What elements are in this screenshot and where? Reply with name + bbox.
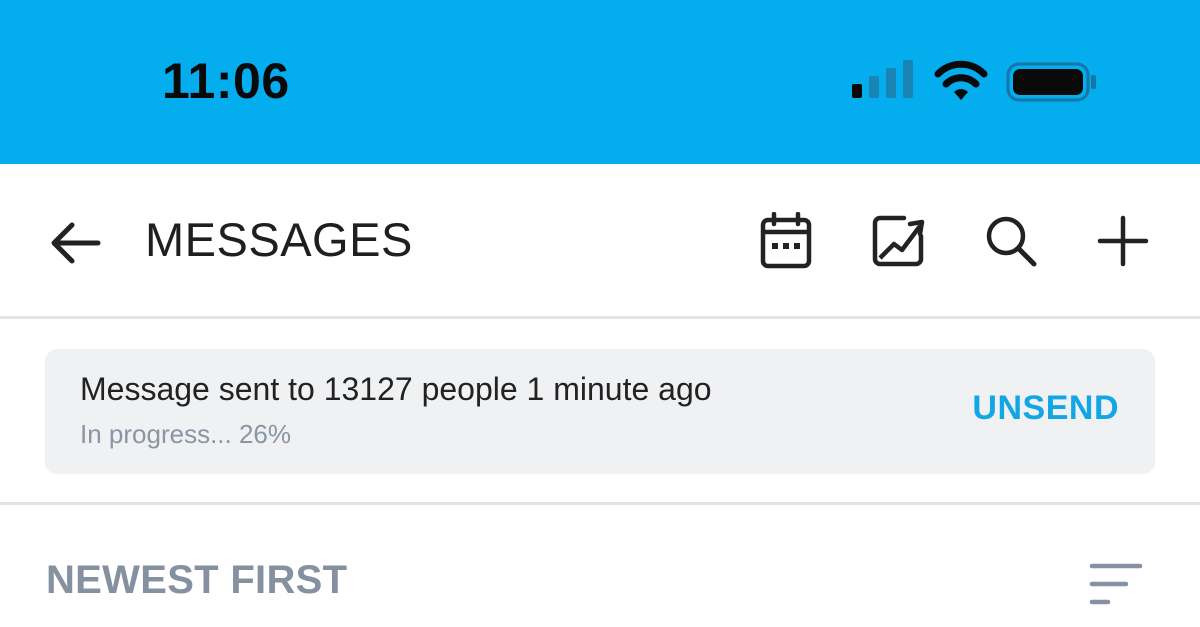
back-arrow-icon[interactable]: [46, 219, 102, 267]
status-bar: 11:06: [0, 0, 1200, 164]
sent-message-notice: Message sent to 13127 people 1 minute ag…: [45, 349, 1155, 474]
section-divider: [0, 502, 1200, 505]
sort-order-label: NEWEST FIRST: [46, 558, 348, 602]
page-title: MESSAGES: [145, 213, 413, 266]
status-time: 11:06: [162, 53, 290, 109]
notice-message: Message sent to 13127 people 1 minute ag…: [80, 371, 712, 407]
signal-icon: [852, 60, 913, 98]
sort-lines-icon[interactable]: [1088, 562, 1144, 606]
notice-progress: In progress... 26%: [80, 419, 291, 449]
wifi-icon: [934, 60, 988, 100]
calendar-icon[interactable]: [757, 212, 815, 270]
chart-image-icon[interactable]: [870, 212, 928, 270]
top-app-bar: MESSAGES: [0, 164, 1200, 319]
search-icon[interactable]: [982, 212, 1040, 270]
unsend-button[interactable]: UNSEND: [972, 389, 1119, 428]
battery-icon: [1006, 62, 1096, 102]
plus-icon[interactable]: [1094, 212, 1152, 270]
